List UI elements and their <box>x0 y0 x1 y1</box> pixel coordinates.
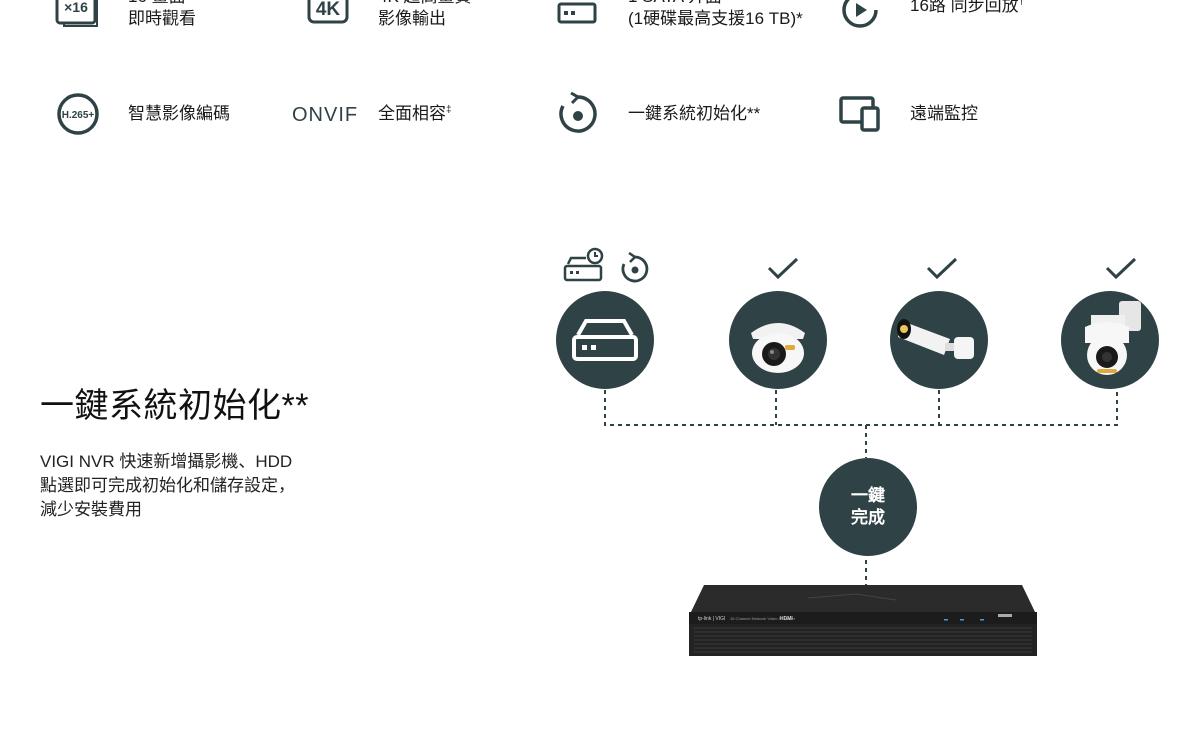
bullet-camera-node <box>890 291 988 389</box>
nvr-hdmi-text: HDMI <box>780 616 793 622</box>
nvr-brand-text: tp-link | VIGI <box>698 616 725 622</box>
connector-line <box>604 390 1118 426</box>
hdd-clock-icon <box>562 246 606 284</box>
bullet-camera-icon <box>897 319 974 359</box>
complete-label-line2: 完成 <box>851 508 885 527</box>
check-icon <box>1104 256 1138 282</box>
hdd-node <box>556 291 654 389</box>
hard-drive-icon <box>572 319 638 361</box>
one-click-complete-label: 一鍵 完成 <box>851 485 885 529</box>
check-icon <box>766 256 800 282</box>
check-icon <box>925 256 959 282</box>
ptz-camera-icon <box>1085 301 1141 375</box>
turret-camera-node <box>729 291 827 389</box>
reset-small-icon <box>619 251 651 286</box>
complete-label-line1: 一鍵 <box>851 486 885 505</box>
nvr-device: tp-link | VIGI 16 Channel Network Video … <box>688 584 1038 658</box>
one-click-complete-node: 一鍵 完成 <box>819 458 917 556</box>
turret-camera-icon <box>751 323 805 373</box>
ptz-camera-node <box>1061 291 1159 389</box>
